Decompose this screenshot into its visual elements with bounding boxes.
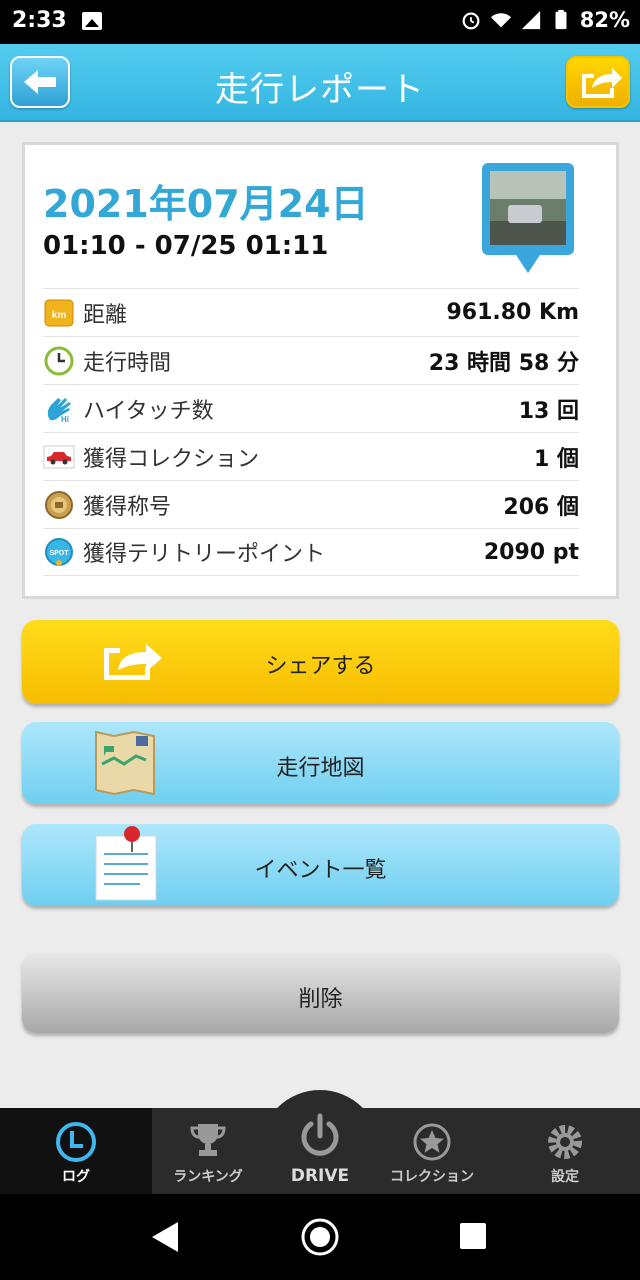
star-badge-icon (413, 1123, 451, 1161)
clock-icon (56, 1122, 96, 1162)
system-nav-bar (0, 1194, 640, 1280)
svg-text:SPOT: SPOT (49, 550, 69, 557)
tab-log[interactable]: ログ (0, 1108, 152, 1194)
nav-recents-icon[interactable] (459, 1222, 487, 1250)
status-right-group: 82% (460, 8, 630, 32)
car-icon (43, 445, 75, 468)
clock-icon (44, 346, 74, 375)
nav-home-icon[interactable] (300, 1217, 340, 1257)
stat-label: 走行時間 (83, 350, 172, 376)
tab-label: ログ (62, 1169, 90, 1185)
stat-label: ハイタッチ数 (83, 398, 214, 424)
report-time-range: 01:10 - 07/25 01:11 (43, 231, 329, 261)
tab-label: コレクション (390, 1169, 474, 1185)
battery-icon (555, 9, 567, 30)
tab-settings[interactable]: 設定 (490, 1108, 640, 1194)
stat-value: 1 個 (534, 446, 579, 472)
stats-list: km 距離 961.80 Km 走行時間 23 時間 58 分 Hi ハイタッチ… (43, 288, 579, 576)
stat-label: 距離 (83, 302, 128, 328)
status-time: 2:33 (12, 8, 67, 33)
stat-row-drive-time: 走行時間 23 時間 58 分 (43, 336, 579, 384)
trophy-icon (190, 1124, 226, 1156)
event-list-button-label: イベント一覧 (254, 858, 387, 883)
tab-collection[interactable]: コレクション (376, 1108, 488, 1194)
report-card: 2021年07月24日 01:10 - 07/25 01:11 km 距離 96… (22, 142, 619, 599)
share-icon (582, 68, 622, 98)
stat-value: 961.80 Km (446, 300, 579, 325)
spot-icon: SPOT (45, 538, 73, 566)
delete-button-label: 削除 (298, 987, 343, 1012)
stat-row-titles: 獲得称号 206 個 (43, 480, 579, 528)
svg-text:km: km (52, 310, 67, 321)
gear-icon (548, 1125, 582, 1159)
gallery-notification-icon (82, 12, 102, 30)
status-bar: 2:33 82% (0, 0, 640, 44)
drive-label: DRIVE (290, 1166, 350, 1186)
delete-button[interactable]: 削除 (22, 953, 619, 1033)
hi-five-icon: Hi (47, 397, 71, 424)
page-title: 走行レポート (215, 70, 425, 110)
header-share-button[interactable] (566, 56, 630, 108)
stat-row-territory: SPOT 獲得テリトリーポイント 2090 pt (43, 528, 579, 576)
report-date: 2021年07月24日 (43, 182, 369, 226)
nav-back-icon[interactable] (150, 1220, 180, 1254)
battery-percent: 82% (579, 8, 630, 32)
stat-value: 23 時間 58 分 (428, 350, 579, 376)
share-button[interactable]: シェアする (22, 620, 619, 704)
stat-value: 2090 pt (483, 539, 579, 565)
stat-row-distance: km 距離 961.80 Km (43, 288, 579, 336)
app-header: 走行レポート (0, 44, 640, 122)
power-icon (301, 1113, 339, 1156)
stat-label: 獲得コレクション (83, 446, 260, 472)
tab-label: 設定 (551, 1169, 579, 1185)
svg-text:Hi: Hi (61, 415, 69, 424)
stat-label: 獲得称号 (83, 494, 172, 520)
stat-value: 13 回 (518, 398, 579, 424)
drive-button[interactable]: DRIVE (260, 1090, 380, 1200)
event-list-button[interactable]: イベント一覧 (22, 824, 619, 906)
tab-label: ランキング (173, 1169, 243, 1185)
stat-row-collection: 獲得コレクション 1 個 (43, 432, 579, 480)
km-icon: km (44, 299, 74, 326)
photo-pin-icon[interactable] (480, 161, 576, 281)
signal-icon (521, 10, 540, 30)
medal-icon (45, 490, 73, 519)
share-button-label: シェアする (265, 654, 376, 679)
stat-value: 206 個 (503, 494, 579, 520)
wifi-icon (490, 13, 511, 28)
alarm-icon (462, 12, 480, 30)
drive-map-button[interactable]: 走行地図 (22, 722, 619, 804)
drive-map-button-label: 走行地図 (276, 756, 365, 781)
tab-ranking[interactable]: ランキング (152, 1108, 264, 1194)
stat-label: 獲得テリトリーポイント (83, 542, 326, 567)
stat-row-high-touch: Hi ハイタッチ数 13 回 (43, 384, 579, 432)
